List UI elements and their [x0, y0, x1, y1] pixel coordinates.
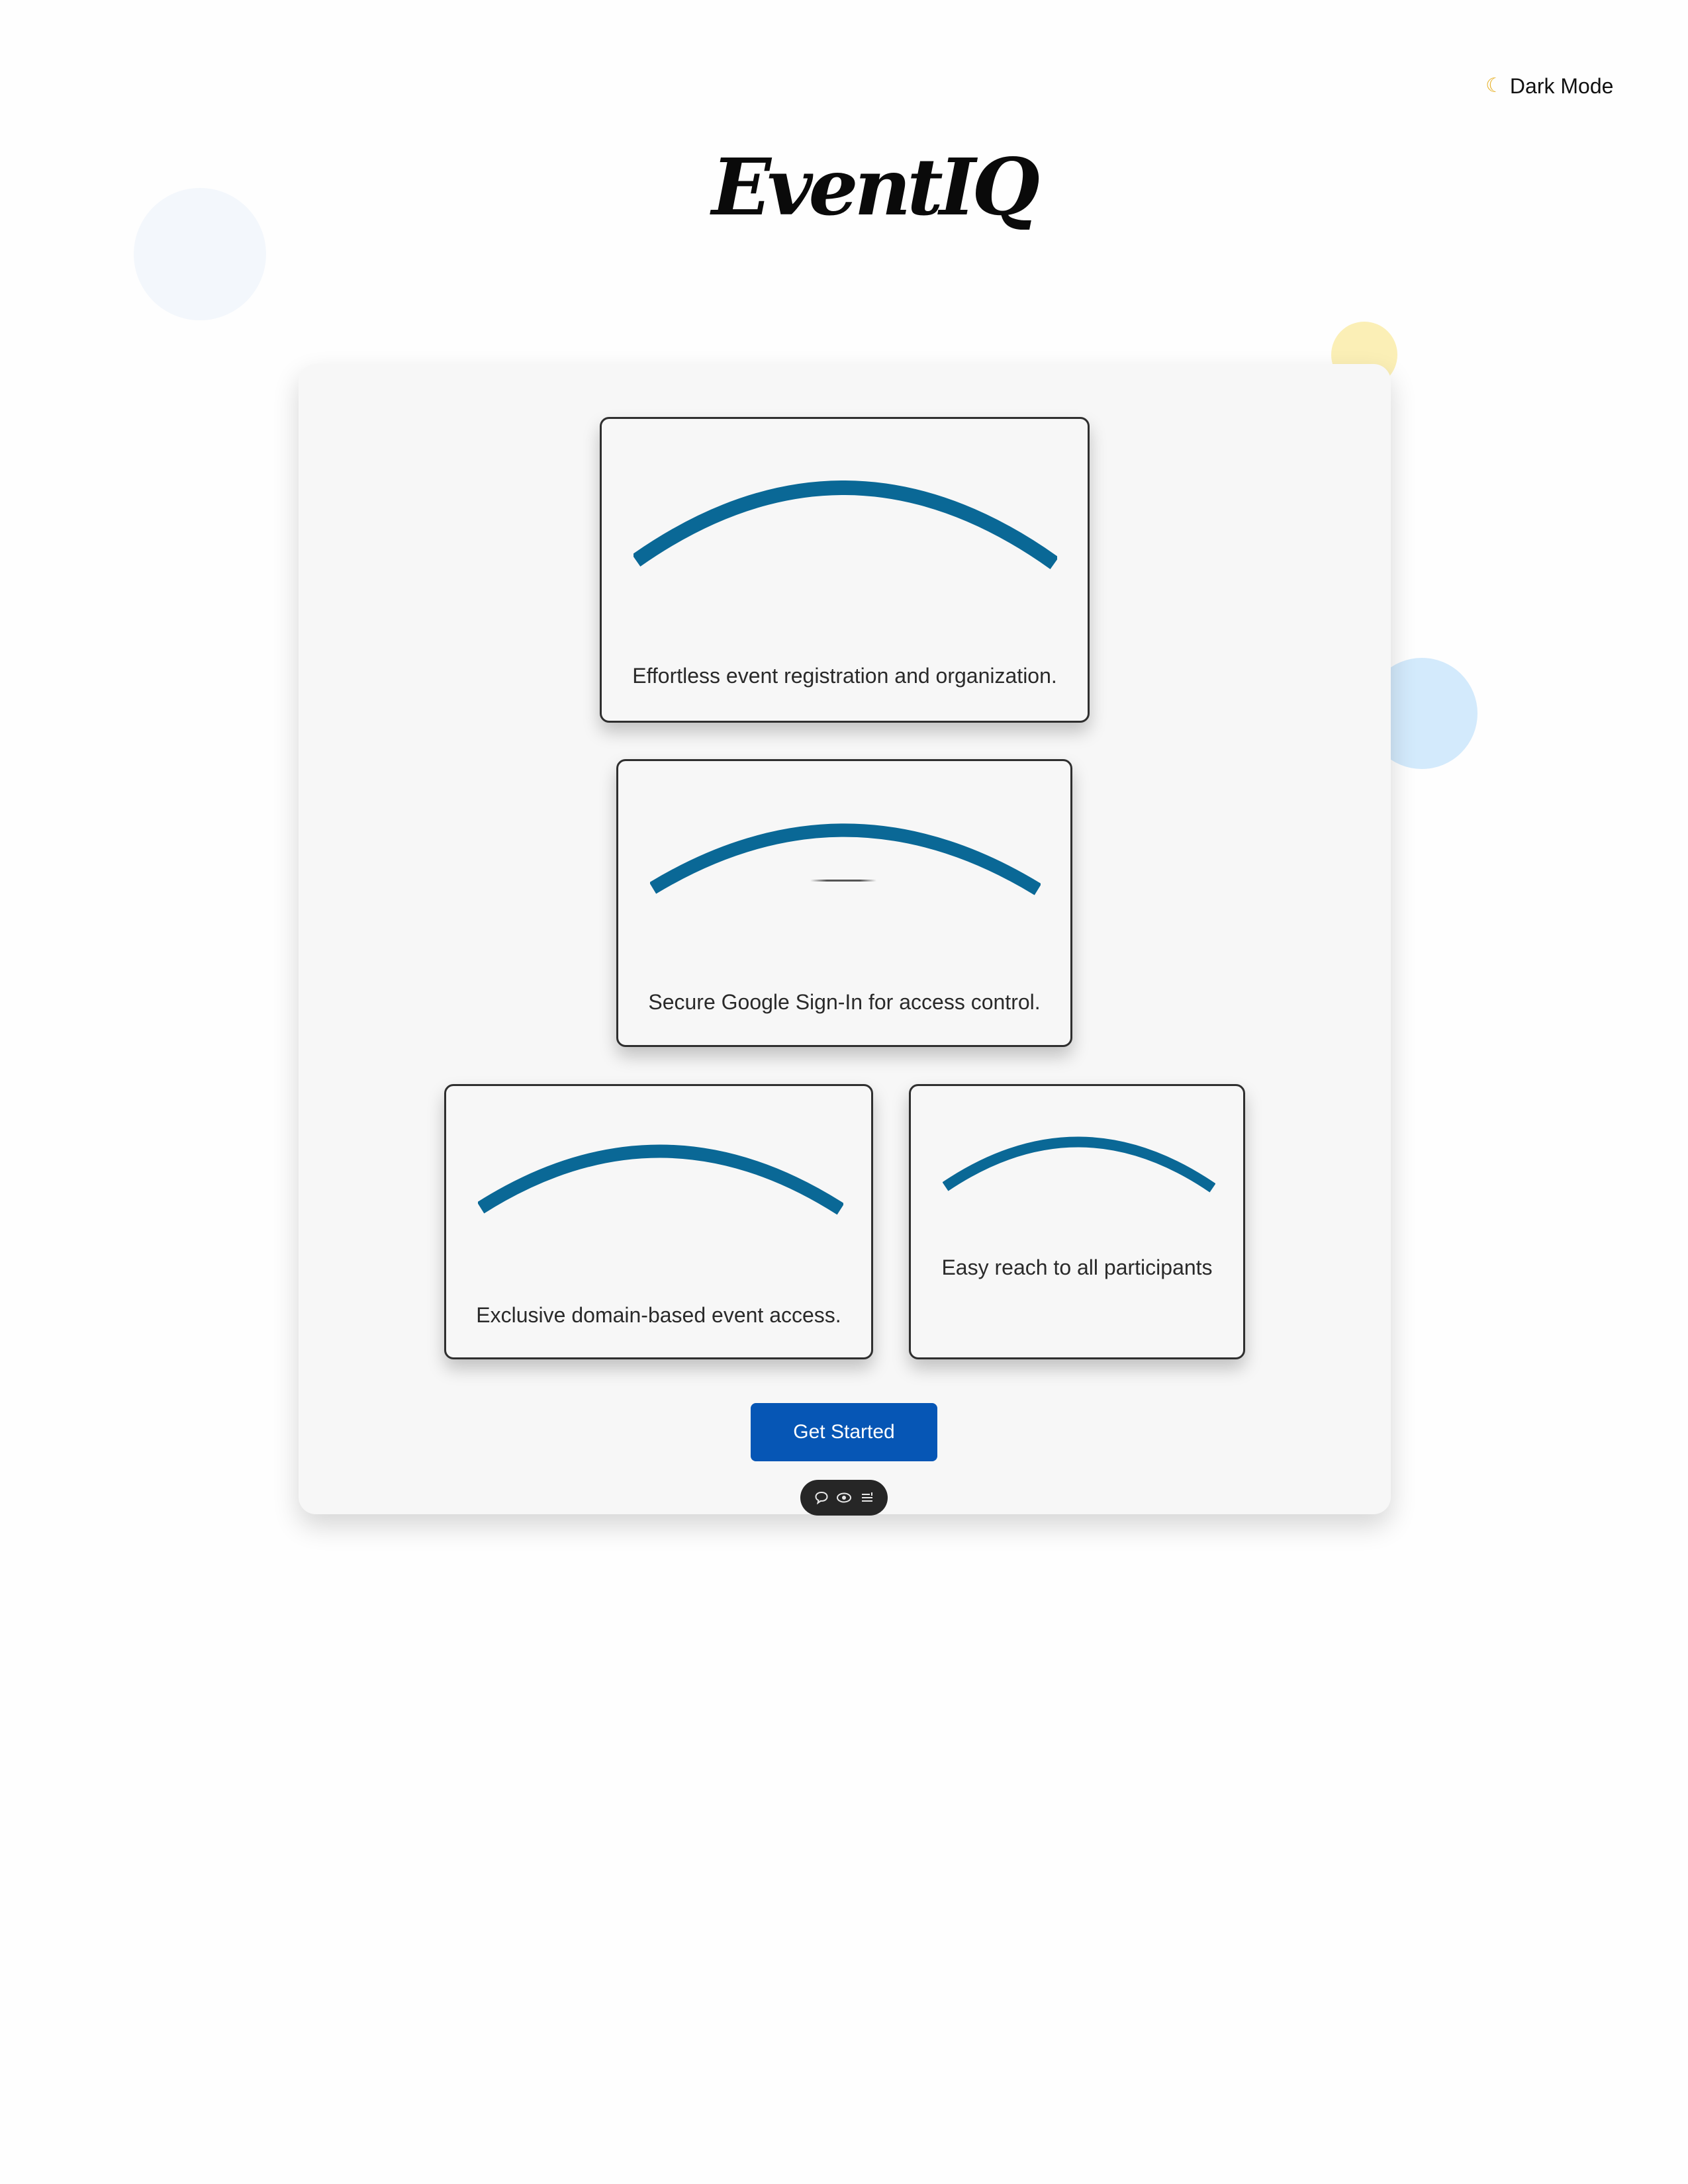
- eye-icon[interactable]: [835, 1489, 853, 1506]
- arc-illustration: [650, 823, 1041, 895]
- feature-card: Exclusive domain-based event access.: [444, 1084, 873, 1359]
- get-started-button[interactable]: Get Started: [751, 1403, 937, 1461]
- decorative-circle: [134, 188, 266, 320]
- feature-text: Easy reach to all participants: [941, 1255, 1213, 1279]
- feature-card: Easy reach to all participants: [909, 1084, 1245, 1359]
- dark-mode-toggle[interactable]: ☾ Dark Mode: [1485, 71, 1613, 101]
- comment-icon[interactable]: [813, 1489, 830, 1506]
- feature-text: Effortless event registration and organi…: [632, 664, 1057, 688]
- moon-icon: ☾: [1485, 75, 1503, 97]
- logo: EventIQ: [712, 141, 1040, 233]
- arc-illustration: [478, 1144, 843, 1215]
- feature-card: Secure Google Sign-In for access control…: [616, 759, 1072, 1047]
- dark-mode-label: Dark Mode: [1509, 73, 1614, 98]
- arc-illustration: [943, 1136, 1215, 1193]
- arc-illustration: [633, 480, 1057, 569]
- feature-text: Secure Google Sign-In for access control…: [648, 990, 1041, 1014]
- divider: [810, 880, 876, 882]
- feature-card: Effortless event registration and organi…: [600, 417, 1090, 723]
- floating-toolbar: [800, 1480, 888, 1516]
- list-icon[interactable]: [859, 1489, 876, 1506]
- feature-text: Exclusive domain-based event access.: [476, 1303, 841, 1327]
